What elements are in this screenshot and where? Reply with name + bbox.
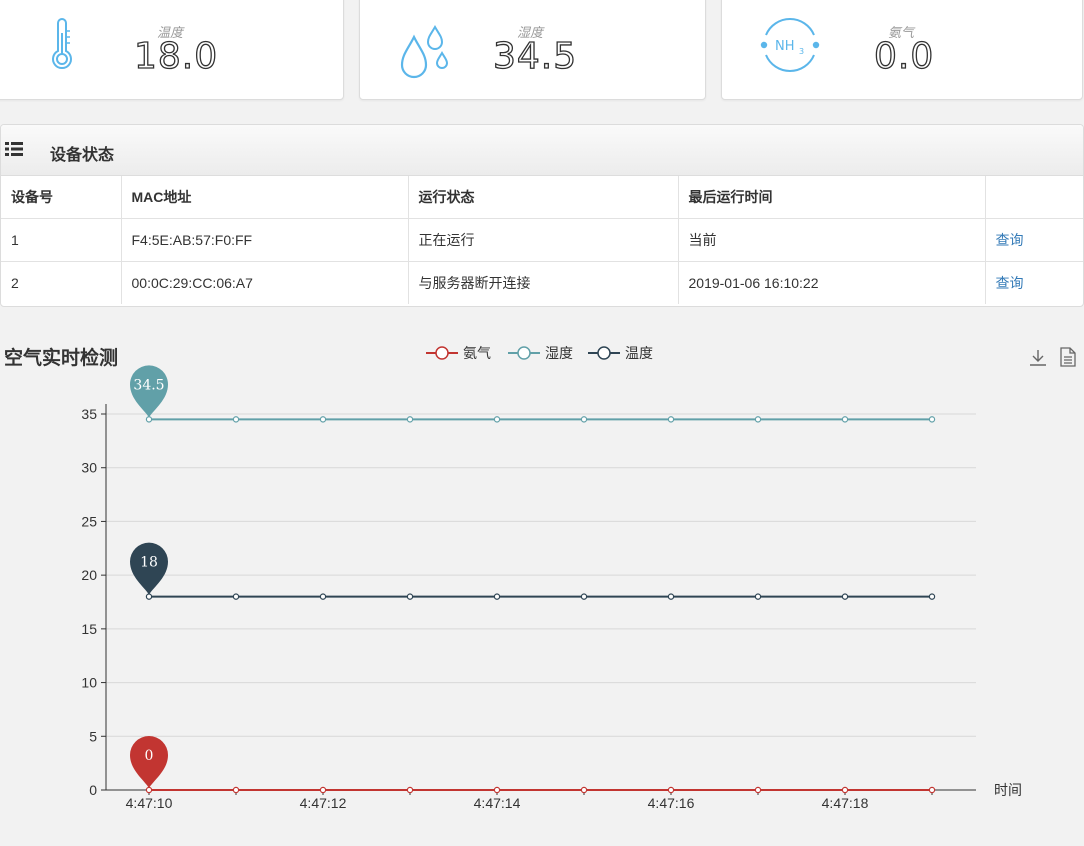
x-tick-label: 4:47:12	[300, 795, 347, 811]
col-header-last-time: 最后运行时间	[678, 176, 986, 219]
data-point	[667, 416, 675, 423]
y-tick-label: 0	[89, 782, 97, 798]
y-tick-label: 25	[81, 513, 97, 529]
x-tick-label: 4:47:10	[126, 795, 173, 811]
data-point	[580, 786, 588, 794]
data-point	[145, 786, 153, 794]
data-point	[493, 416, 501, 423]
data-point	[319, 593, 327, 600]
data-point	[319, 786, 327, 794]
data-point	[232, 416, 240, 423]
col-header-device-id: 设备号	[1, 176, 122, 219]
nh3-subscript: 3	[799, 47, 804, 56]
data-point	[493, 786, 501, 794]
data-point	[754, 786, 762, 794]
ammonia-card: NH 3 氨气 0.0	[721, 0, 1083, 100]
device-status-panel: 设备状态 设备号 MAC地址 运行状态 最后运行时间 1 F4:5E:AB:57…	[0, 124, 1084, 307]
y-tick-label: 35	[81, 406, 97, 422]
table-row: 2 00:0C:29:CC:06:A7 与服务器断开连接 2019-01-06 …	[1, 261, 1083, 305]
data-point	[406, 786, 414, 794]
col-header-action	[985, 176, 1083, 219]
data-point	[928, 786, 936, 794]
cell-device-id: 2	[1, 261, 122, 304]
thermometer-icon	[52, 18, 72, 70]
x-axis-label: 时间	[994, 782, 1022, 798]
legend-marker	[597, 346, 611, 360]
data-point	[319, 416, 327, 423]
data-point	[493, 593, 501, 600]
legend-marker	[517, 346, 531, 360]
cell-status: 与服务器断开连接	[408, 261, 679, 304]
data-point	[841, 593, 849, 600]
data-point	[667, 593, 675, 600]
temperature-card: 温度 18.0	[0, 0, 344, 100]
y-tick-label: 15	[81, 621, 97, 637]
temperature-value: 18.0	[133, 36, 219, 77]
list-icon	[5, 142, 23, 156]
legend-item: 湿度	[508, 345, 573, 361]
data-point	[232, 593, 240, 600]
data-point	[754, 416, 762, 423]
data-point	[667, 786, 675, 794]
cell-device-id: 1	[1, 218, 122, 262]
data-point	[406, 593, 414, 600]
query-link[interactable]: 查询	[985, 262, 1083, 305]
humidity-card: 湿度 34.5	[359, 0, 706, 100]
panel-header: 设备状态	[1, 125, 1083, 176]
nh3-icon: NH 3	[760, 18, 820, 72]
data-point	[145, 593, 153, 600]
cell-mac: 00:0C:29:CC:06:A7	[121, 261, 409, 304]
data-point	[406, 416, 414, 423]
y-tick-label: 5	[89, 728, 97, 744]
pin-label: 34.5	[133, 377, 164, 393]
device-table: 设备号 MAC地址 运行状态 最后运行时间 1 F4:5E:AB:57:F0:F…	[1, 176, 1083, 304]
pin-label: 18	[140, 555, 158, 571]
pin-marker: 18	[130, 542, 168, 595]
water-drops-icon	[400, 24, 449, 79]
data-point	[928, 593, 936, 600]
nh3-text: NH	[775, 39, 795, 54]
legend-label: 氨气	[463, 345, 491, 361]
pin-marker: 34.5	[130, 365, 168, 418]
cell-status: 正在运行	[408, 218, 679, 262]
x-tick-label: 4:47:16	[648, 795, 695, 811]
pin-label: 0	[145, 748, 154, 764]
line-chart: 0 5 10 15 20 25 30 35 4:47:10 4:47:12 4:47:14 4:47:…	[81, 345, 1022, 811]
table-header-row: 设备号 MAC地址 运行状态 最后运行时间	[1, 176, 1083, 219]
legend-marker	[435, 346, 449, 360]
ammonia-value: 0.0	[873, 36, 935, 77]
data-point	[928, 416, 936, 423]
data-point	[841, 786, 849, 794]
legend-label: 湿度	[545, 345, 573, 361]
humidity-value: 34.5	[492, 36, 578, 77]
data-point	[232, 786, 240, 794]
query-link[interactable]: 查询	[985, 218, 1083, 262]
legend-label: 温度	[625, 345, 653, 361]
y-tick-label: 20	[81, 567, 97, 583]
table-row: 1 F4:5E:AB:57:F0:FF 正在运行 当前 查询	[1, 218, 1083, 262]
pin-marker: 0	[130, 736, 168, 788]
cell-last-time: 当前	[678, 218, 986, 262]
x-tick-label: 4:47:18	[822, 795, 869, 811]
data-point	[580, 593, 588, 600]
legend-item: 温度	[588, 345, 653, 361]
panel-title: 设备状态	[50, 145, 115, 164]
data-point	[841, 416, 849, 423]
y-tick-label: 10	[81, 675, 97, 691]
cell-mac: F4:5E:AB:57:F0:FF	[121, 218, 409, 262]
x-tick-label: 4:47:14	[474, 795, 521, 811]
col-header-mac: MAC地址	[121, 176, 409, 219]
cell-last-time: 2019-01-06 16:10:22	[678, 261, 986, 304]
data-point	[580, 416, 588, 423]
y-tick-label: 30	[81, 460, 97, 476]
col-header-status: 运行状态	[408, 176, 679, 219]
legend-item: 氨气	[426, 345, 491, 361]
data-point	[754, 593, 762, 600]
data-point	[145, 416, 153, 423]
